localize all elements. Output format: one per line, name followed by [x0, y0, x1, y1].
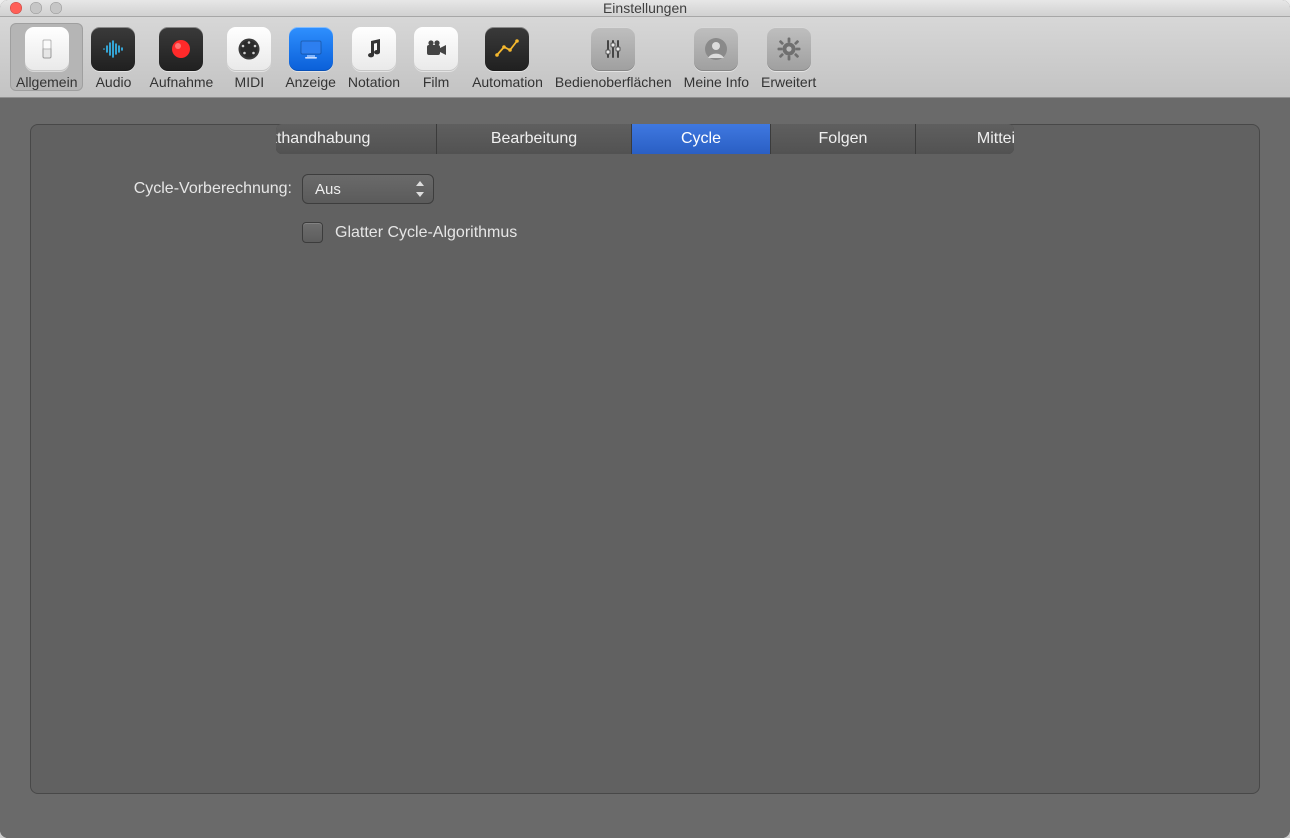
preferences-toolbar: Allgemein Audio Aufnahme MIDI Anzeige	[0, 17, 1290, 98]
preprocess-select[interactable]: Aus	[302, 174, 434, 204]
tab-label: Projekthandhabung	[276, 130, 370, 148]
toolbar-item-label: Allgemein	[16, 75, 77, 89]
sliders-icon	[591, 27, 635, 71]
toolbar-item-film[interactable]: Film	[406, 23, 466, 91]
toolbar-item-notation[interactable]: Notation	[342, 23, 406, 91]
smooth-cycle-label: Glatter Cycle-Algorithmus	[335, 224, 517, 242]
updown-arrows-icon	[416, 181, 425, 197]
tab-label: Bearbeitung	[491, 130, 577, 148]
preprocess-select-value: Aus	[315, 181, 341, 198]
toolbar-item-label: Film	[423, 75, 449, 89]
toolbar-item-label: Erweitert	[761, 75, 816, 89]
toolbar-item-bedienoberflachen[interactable]: Bedienoberflächen	[549, 23, 678, 91]
toolbar-item-label: MIDI	[235, 75, 265, 89]
toolbar-item-label: Automation	[472, 75, 543, 89]
tab-label: Cycle	[681, 130, 721, 148]
preprocess-label: Cycle-Vorberechnung:	[60, 180, 292, 198]
tab-label: Folgen	[819, 130, 868, 148]
toolbar-item-automation[interactable]: Automation	[466, 23, 549, 91]
toolbar-item-audio[interactable]: Audio	[83, 23, 143, 91]
tab-projekthandhabung[interactable]: Projekthandhabung	[276, 124, 437, 154]
general-subtabs: Projekthandhabung Bearbeitung Cycle Folg…	[276, 124, 1014, 154]
toolbar-item-aufnahme[interactable]: Aufnahme	[143, 23, 219, 91]
camera-icon	[414, 27, 458, 71]
minimize-button[interactable]	[30, 2, 42, 14]
preferences-body: Cycle-Vorberechnung: Aus Glatter Cycle-A…	[0, 98, 1290, 838]
smooth-cycle-checkbox[interactable]	[302, 222, 323, 243]
tab-folgen[interactable]: Folgen	[771, 124, 916, 154]
toolbar-item-midi[interactable]: MIDI	[219, 23, 279, 91]
waveform-icon	[91, 27, 135, 71]
zoom-button[interactable]	[50, 2, 62, 14]
gear-icon	[767, 27, 811, 71]
toolbar-item-label: Audio	[96, 75, 132, 89]
tab-label: Mitteilungen	[977, 130, 1014, 148]
toolbar-item-erweitert[interactable]: Erweitert	[755, 23, 822, 91]
display-icon	[289, 27, 333, 71]
titlebar: Einstellungen	[0, 0, 1290, 17]
toolbar-item-label: Meine Info	[684, 75, 749, 89]
tab-bearbeitung[interactable]: Bearbeitung	[437, 124, 632, 154]
toolbar-item-label: Anzeige	[285, 75, 336, 89]
toolbar-item-allgemein[interactable]: Allgemein	[10, 23, 83, 91]
close-button[interactable]	[10, 2, 22, 14]
record-icon	[159, 27, 203, 71]
toolbar-item-anzeige[interactable]: Anzeige	[279, 23, 342, 91]
toolbar-item-label: Notation	[348, 75, 400, 89]
tab-mitteilungen[interactable]: Mitteilungen	[916, 124, 1014, 154]
cycle-panel: Cycle-Vorberechnung: Aus Glatter Cycle-A…	[30, 124, 1260, 794]
toolbar-item-label: Aufnahme	[149, 75, 213, 89]
traffic-lights	[0, 2, 62, 14]
toolbar-item-meine-info[interactable]: Meine Info	[678, 23, 755, 91]
midi-icon	[227, 27, 271, 71]
switch-icon	[25, 27, 69, 71]
automation-curve-icon	[485, 27, 529, 71]
music-note-icon	[352, 27, 396, 71]
preferences-window: Einstellungen Allgemein Audio Aufnahme	[0, 0, 1290, 838]
toolbar-item-label: Bedienoberflächen	[555, 75, 672, 89]
person-icon	[694, 27, 738, 71]
tab-cycle[interactable]: Cycle	[632, 124, 771, 154]
window-title: Einstellungen	[0, 0, 1290, 16]
